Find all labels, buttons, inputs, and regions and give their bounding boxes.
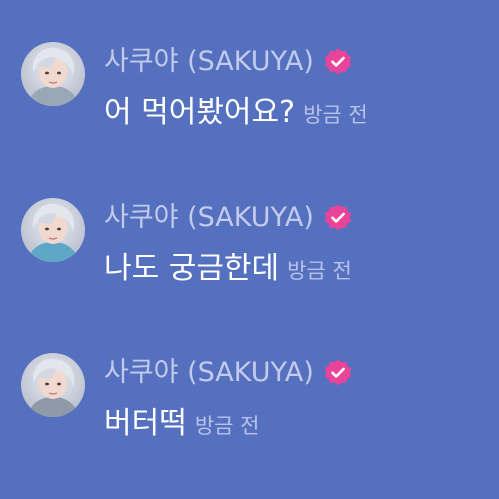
author-row: 사쿠야 (SAKUYA) <box>104 200 353 236</box>
author-row: 사쿠야 (SAKUYA) <box>104 355 353 391</box>
message-feed: 사쿠야 (SAKUYA) 어 먹어봤어요? 방금 전 사쿠야 (SAKUYA) … <box>0 0 499 499</box>
message-item: 사쿠야 (SAKUYA) 나도 궁금한데 방금 전 <box>0 198 499 338</box>
message-item: 사쿠야 (SAKUYA) 버터떡 방금 전 <box>0 353 499 493</box>
author-name[interactable]: 사쿠야 (SAKUYA) <box>104 355 314 391</box>
message-text: 버터떡 <box>104 406 187 441</box>
author-name[interactable]: 사쿠야 (SAKUYA) <box>104 200 314 236</box>
author-row: 사쿠야 (SAKUYA) <box>104 44 353 80</box>
verified-badge-icon <box>323 358 353 388</box>
avatar[interactable] <box>21 42 85 106</box>
message-text: 어 먹어봤어요? <box>104 95 296 130</box>
message-time: 방금 전 <box>287 259 352 283</box>
author-name[interactable]: 사쿠야 (SAKUYA) <box>104 44 314 80</box>
message-body: 버터떡 방금 전 <box>104 403 259 445</box>
message-item: 사쿠야 (SAKUYA) 어 먹어봤어요? 방금 전 <box>0 42 499 182</box>
verified-badge-icon <box>323 203 353 233</box>
message-time: 방금 전 <box>194 414 260 438</box>
message-text: 나도 궁금한데 <box>104 251 280 286</box>
message-body: 나도 궁금한데 방금 전 <box>104 248 352 290</box>
avatar[interactable] <box>21 353 85 417</box>
avatar[interactable] <box>21 198 85 262</box>
verified-badge-icon <box>323 47 353 77</box>
message-body: 어 먹어봤어요? 방금 전 <box>104 92 368 134</box>
message-time: 방금 전 <box>303 103 368 127</box>
